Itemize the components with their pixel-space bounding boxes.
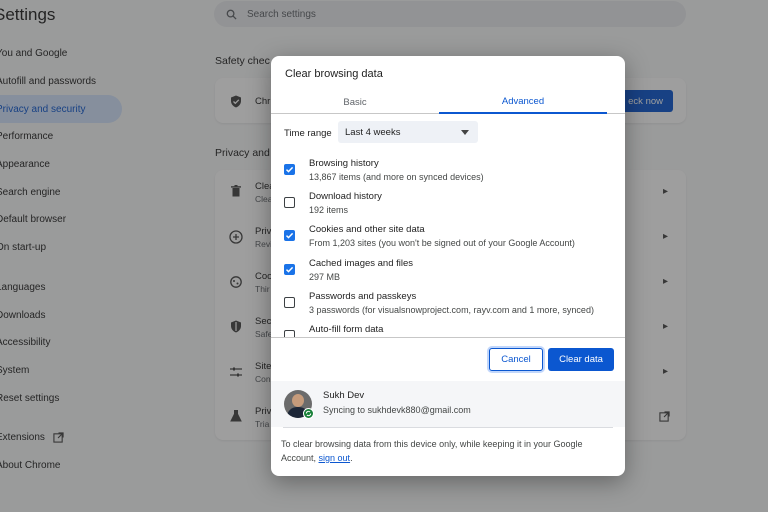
sign-out-note: To clear browsing data from this device … <box>281 437 611 465</box>
account-sync-status: Syncing to sukhdevk880@gmail.com <box>323 405 471 415</box>
checkmark-icon <box>285 166 294 173</box>
avatar-head <box>292 394 304 407</box>
clear-browsing-data-dialog: Clear browsing data Basic Advanced Time … <box>271 56 625 476</box>
checkmark-icon <box>285 232 294 239</box>
dialog-tabs: Basic Advanced <box>271 90 625 114</box>
data-types-list[interactable]: Time range Last 4 weeks Browsing history… <box>271 115 625 337</box>
divider <box>271 337 625 338</box>
item-title: Download history <box>309 191 382 202</box>
checkbox-checked[interactable] <box>284 164 295 175</box>
item-title: Cached images and files <box>309 258 414 269</box>
account-name: Sukh Dev <box>323 390 365 401</box>
item-subtitle: 192 items <box>309 205 349 215</box>
sync-icon <box>303 408 314 419</box>
sync-arrows-icon <box>305 410 312 417</box>
checkbox-unchecked[interactable] <box>284 297 295 308</box>
time-range-label: Time range <box>284 128 332 139</box>
item-title: Browsing history <box>309 158 379 169</box>
data-type-item[interactable]: Browsing history 13,867 items (and more … <box>271 158 625 191</box>
sign-out-link[interactable]: sign out <box>319 453 351 463</box>
dropdown-arrow-icon <box>461 130 469 135</box>
account-section: Sukh Dev Syncing to sukhdevk880@gmail.co… <box>271 381 625 427</box>
time-range-value: Last 4 weeks <box>345 126 401 138</box>
checkbox-unchecked[interactable] <box>284 197 295 208</box>
sign-out-note-end: . <box>350 453 353 463</box>
tab-basic[interactable]: Basic <box>271 90 439 114</box>
data-type-item[interactable]: Auto-fill form data <box>271 324 625 337</box>
item-title: Auto-fill form data <box>309 324 384 335</box>
item-title: Passwords and passkeys <box>309 291 417 302</box>
checkbox-checked[interactable] <box>284 264 295 275</box>
checkbox-checked[interactable] <box>284 230 295 241</box>
divider <box>283 427 613 428</box>
item-subtitle: 297 MB <box>309 272 341 282</box>
cancel-button[interactable]: Cancel <box>489 348 543 371</box>
item-subtitle: 3 passwords (for visualsnowproject.com, … <box>309 305 594 315</box>
data-type-item[interactable]: Download history 192 items <box>271 191 625 224</box>
data-type-item[interactable]: Passwords and passkeys 3 passwords (for … <box>271 291 625 324</box>
item-subtitle: From 1,203 sites (you won't be signed ou… <box>309 238 575 248</box>
checkbox-unchecked[interactable] <box>284 330 295 337</box>
time-range-select[interactable]: Last 4 weeks <box>338 121 478 143</box>
checkmark-icon <box>285 266 294 273</box>
tab-advanced[interactable]: Advanced <box>439 90 607 114</box>
dialog-title: Clear browsing data <box>285 68 383 80</box>
clear-data-button[interactable]: Clear data <box>548 348 614 371</box>
item-title: Cookies and other site data <box>309 224 425 235</box>
item-subtitle: 13,867 items (and more on synced devices… <box>309 172 484 182</box>
data-type-item[interactable]: Cached images and files 297 MB <box>271 258 625 291</box>
data-type-item[interactable]: Cookies and other site data From 1,203 s… <box>271 224 625 257</box>
